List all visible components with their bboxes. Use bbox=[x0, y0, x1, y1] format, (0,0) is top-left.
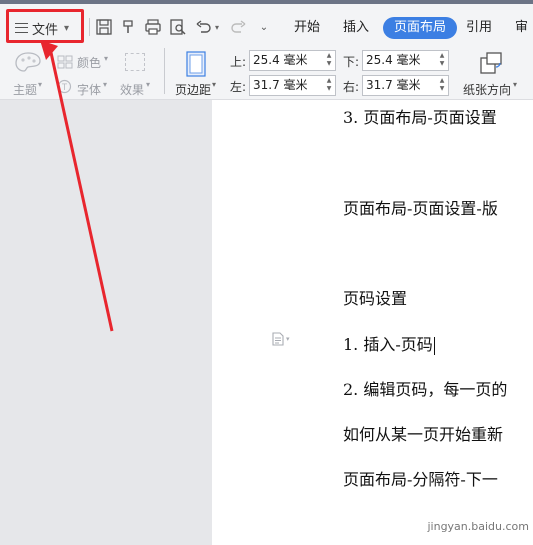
doc-line: 3. 页面布局-页面设置 bbox=[343, 108, 497, 127]
format-painter-icon[interactable] bbox=[120, 18, 138, 36]
doc-line: 页码设置 bbox=[343, 289, 408, 308]
doc-line: 如何从某一页开始重新 bbox=[343, 425, 504, 444]
tab-review[interactable]: 审阅 bbox=[515, 17, 533, 57]
font-scheme-icon: T bbox=[57, 79, 72, 98]
margin-top-value: 25.4 毫米 bbox=[253, 53, 308, 67]
text-cursor bbox=[433, 336, 435, 355]
margins-icon[interactable] bbox=[186, 51, 206, 81]
margin-bottom-spinner-icon[interactable]: ▲ ▼ bbox=[438, 52, 446, 68]
font-scheme-dropdown-icon: ▾ bbox=[103, 80, 108, 89]
margin-left-value: 31.7 毫米 bbox=[253, 78, 308, 92]
margin-right-label: 右: bbox=[343, 80, 360, 94]
margin-right-value: 31.7 毫米 bbox=[366, 78, 421, 92]
margin-bottom-value: 25.4 毫米 bbox=[366, 53, 421, 67]
margins-label[interactable]: 页边距 bbox=[175, 81, 211, 98]
svg-text:T: T bbox=[62, 82, 68, 92]
doc-line-text: 1. 插入-页码 bbox=[343, 335, 433, 354]
color-grid-icon bbox=[57, 54, 73, 73]
save-icon[interactable] bbox=[95, 18, 113, 36]
effects-icon bbox=[125, 53, 145, 71]
theme-label[interactable]: 主题 bbox=[13, 81, 37, 98]
customize-toolbar-icon[interactable]: ⌄ bbox=[255, 18, 273, 36]
doc-line-with-cursor: 1. 插入-页码 bbox=[343, 331, 435, 355]
margin-top-field[interactable]: 25.4 毫米 ▲ ▼ bbox=[249, 50, 336, 71]
margin-right-field[interactable]: 31.7 毫米 ▲ ▼ bbox=[362, 75, 449, 96]
paragraph-handle-icon[interactable]: ▾ bbox=[272, 332, 296, 346]
margin-bottom-field[interactable]: 25.4 毫米 ▲ ▼ bbox=[362, 50, 449, 71]
undo-icon[interactable] bbox=[195, 18, 213, 36]
tab-references[interactable]: 引用 bbox=[466, 17, 492, 39]
theme-dropdown-icon: ▾ bbox=[38, 80, 43, 89]
margin-left-spinner-icon[interactable]: ▲ ▼ bbox=[325, 77, 333, 93]
document-page[interactable]: 3. 页面布局-页面设置 页面布局-页面设置-版 页码设置 ▾ 1. 插入-页码… bbox=[212, 100, 533, 545]
margins-dropdown-icon: ▾ bbox=[212, 80, 217, 89]
tab-home[interactable]: 开始 bbox=[294, 17, 320, 39]
orientation-icon[interactable] bbox=[479, 51, 503, 79]
undo-dropdown-icon[interactable]: ▾ bbox=[212, 18, 222, 36]
doc-line: 页面布局-页面设置-版 bbox=[343, 199, 498, 218]
margin-top-spinner-icon[interactable]: ▲ ▼ bbox=[325, 52, 333, 68]
redo-icon[interactable] bbox=[229, 18, 247, 36]
margin-left-label: 左: bbox=[230, 80, 247, 94]
highlight-box bbox=[6, 9, 84, 43]
margin-right-spinner-icon[interactable]: ▲ ▼ bbox=[438, 77, 446, 93]
theme-palette-icon[interactable] bbox=[14, 51, 42, 77]
margin-left-field[interactable]: 31.7 毫米 ▲ ▼ bbox=[249, 75, 336, 96]
doc-line: 页面布局-分隔符-下一 bbox=[343, 470, 498, 489]
doc-line: 2. 编辑页码，每一页的 bbox=[343, 380, 508, 399]
color-label[interactable]: 颜色 bbox=[77, 54, 101, 71]
effects-label[interactable]: 效果 bbox=[120, 81, 144, 98]
toolbar-divider bbox=[89, 18, 90, 36]
print-preview-icon[interactable] bbox=[169, 18, 187, 36]
tab-insert[interactable]: 插入 bbox=[343, 17, 369, 39]
orientation-dropdown-icon: ▾ bbox=[513, 80, 518, 89]
watermark: jingyan.baidu.com bbox=[427, 520, 529, 533]
margin-top-label: 上: bbox=[230, 55, 247, 69]
effects-dropdown-icon: ▾ bbox=[146, 80, 151, 89]
color-dropdown-icon: ▾ bbox=[104, 54, 109, 63]
print-icon[interactable] bbox=[144, 18, 162, 36]
ribbon-divider bbox=[164, 48, 165, 94]
tab-page-layout[interactable]: 页面布局 bbox=[383, 17, 458, 39]
font-scheme-label[interactable]: 字体 bbox=[77, 81, 101, 98]
orientation-label[interactable]: 纸张方向 bbox=[463, 81, 511, 98]
margin-bottom-label: 下: bbox=[343, 55, 360, 69]
ribbon: 主题 ▾ 颜色 ▾ T 字体 ▾ 效果 ▾ 页边距 ▾ 上: 25.4 毫米 ▲… bbox=[0, 42, 533, 100]
